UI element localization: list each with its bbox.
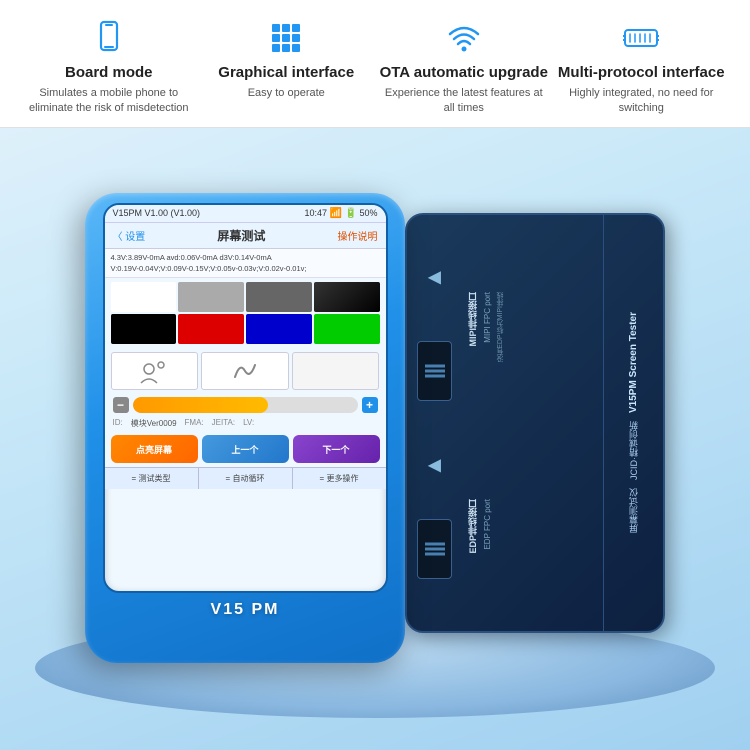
connector-left: ◀ ◀ <box>407 215 462 631</box>
status-bar-left: V15PM V1.00 (V1.00) <box>113 208 201 218</box>
icon-cells <box>105 348 386 394</box>
feature-graphical-title: Graphical interface <box>218 64 354 82</box>
wifi-icon <box>442 18 486 58</box>
prev-button[interactable]: 上一个 <box>202 435 289 463</box>
connector-slot-bottom <box>417 519 452 579</box>
main-device: V15PM V1.00 (V1.00) 10:47 📶 🔋 50% 〈 设置 屏… <box>85 193 405 663</box>
color-cell-blue <box>246 314 312 344</box>
color-cell-white <box>111 282 177 312</box>
phone-icon <box>87 18 131 58</box>
color-cell-red <box>178 314 244 344</box>
status-bar-right: 10:47 📶 🔋 50% <box>305 208 378 219</box>
arrow-indicator-top: ◀ <box>428 267 440 287</box>
control-buttons: 点亮屏幕 上一个 下一个 <box>105 431 386 467</box>
category-label: 屏幕测试仪 <box>627 488 640 533</box>
info-line1: 4.3V:3.89V-0mA avd:0.06V-0mA d3V:0.14V-0… <box>111 252 380 263</box>
next-button[interactable]: 下一个 <box>293 435 380 463</box>
progress-plus[interactable]: + <box>362 397 378 413</box>
id-label: ID: <box>113 418 123 429</box>
back-button[interactable]: 〈 设置 <box>113 228 146 243</box>
menu-item-more-ops[interactable]: = 更多操作 <box>293 468 386 489</box>
device-info-row: ID: 模块Ver0009 FMA: JEITA: LV: <box>105 416 386 431</box>
device-label: V15 PM <box>211 601 280 619</box>
product-name-label: V15PM Screen Tester <box>628 312 639 413</box>
progress-bar <box>133 397 358 413</box>
mipi-note: 没有EDP标为MIPI排线 <box>496 292 506 363</box>
progress-fill <box>133 397 268 413</box>
screen-info: 4.3V:3.89V-0mA avd:0.06V-0mA d3V:0.14V-0… <box>105 249 386 279</box>
feature-multiprotocol-desc: Highly integrated, no need for switching <box>556 86 726 117</box>
light-screen-button[interactable]: 点亮屏幕 <box>111 435 198 463</box>
jeita-label: JEITA: <box>212 418 235 429</box>
icon-cell-3 <box>292 352 380 390</box>
info-line2: V:0.19V-0.04V;V:0.09V-0.15V;V:0.05v-0.03… <box>111 263 380 274</box>
signal-icon <box>619 18 663 58</box>
arrow-indicator-bottom: ◀ <box>428 455 440 475</box>
menu-item-auto-loop[interactable]: = 自动循环 <box>199 468 293 489</box>
feature-multiprotocol: Multi-protocol interface Highly integrat… <box>556 18 726 117</box>
edp-port-label: EDP排线接口 <box>466 499 479 554</box>
feature-board-mode: Board mode Simulates a mobile phone to e… <box>24 18 194 117</box>
feature-multiprotocol-title: Multi-protocol interface <box>558 64 725 82</box>
feature-board-mode-desc: Simulates a mobile phone to eliminate th… <box>24 86 194 117</box>
connector-slot-top <box>417 341 452 401</box>
icon-cell-2 <box>201 352 289 390</box>
feature-ota-desc: Experience the latest features at all ti… <box>379 86 549 117</box>
menu-item-test-type[interactable]: = 测试类型 <box>105 468 199 489</box>
device-screen: V15PM V1.00 (V1.00) 10:47 📶 🔋 50% 〈 设置 屏… <box>103 203 388 593</box>
device-container: ◀ ◀ MIPI排线接口 MIPI FPC port 没有EDP标为MIPI排线… <box>85 193 665 673</box>
screen-nav-bar[interactable]: 〈 设置 屏幕测试 操作说明 <box>105 223 386 249</box>
color-cell-black2 <box>111 314 177 344</box>
feature-graphical: Graphical interface Easy to operate <box>201 18 371 101</box>
grid-icon <box>264 18 308 58</box>
edp-port-sublabel: EDP FPC port <box>483 499 492 550</box>
brand-label: JCID·精诚创新 <box>627 421 640 480</box>
feature-ota: OTA automatic upgrade Experience the lat… <box>379 18 549 117</box>
back-panel: ◀ ◀ MIPI排线接口 MIPI FPC port 没有EDP标为MIPI排线… <box>405 213 665 633</box>
color-grid <box>105 278 386 348</box>
mipi-port-label: MIPI排线接口 <box>466 292 479 347</box>
lv-label: LV: <box>243 418 254 429</box>
color-cell-dgray <box>246 282 312 312</box>
screen-title: 屏幕测试 <box>217 227 265 244</box>
help-button[interactable]: 操作说明 <box>337 228 377 243</box>
fma-label: FMA: <box>185 418 204 429</box>
bottom-menu: = 测试类型 = 自动循环 = 更多操作 <box>105 467 386 489</box>
feature-ota-title: OTA automatic upgrade <box>380 64 548 82</box>
product-area: ◀ ◀ MIPI排线接口 MIPI FPC port 没有EDP标为MIPI排线… <box>0 128 750 718</box>
features-bar: Board mode Simulates a mobile phone to e… <box>0 0 750 128</box>
icon-cell-1 <box>111 352 199 390</box>
progress-section: − + <box>105 394 386 416</box>
module-label: 模块Ver0009 <box>131 418 177 429</box>
mipi-port-sublabel: MIPI FPC port <box>483 292 492 343</box>
color-cell-green <box>314 314 380 344</box>
feature-board-mode-title: Board mode <box>65 64 153 82</box>
screen-status-bar: V15PM V1.00 (V1.00) 10:47 📶 🔋 50% <box>105 205 386 223</box>
progress-minus[interactable]: − <box>113 397 129 413</box>
feature-graphical-desc: Easy to operate <box>248 86 325 101</box>
color-cell-black <box>314 282 380 312</box>
color-cell-lgray <box>178 282 244 312</box>
